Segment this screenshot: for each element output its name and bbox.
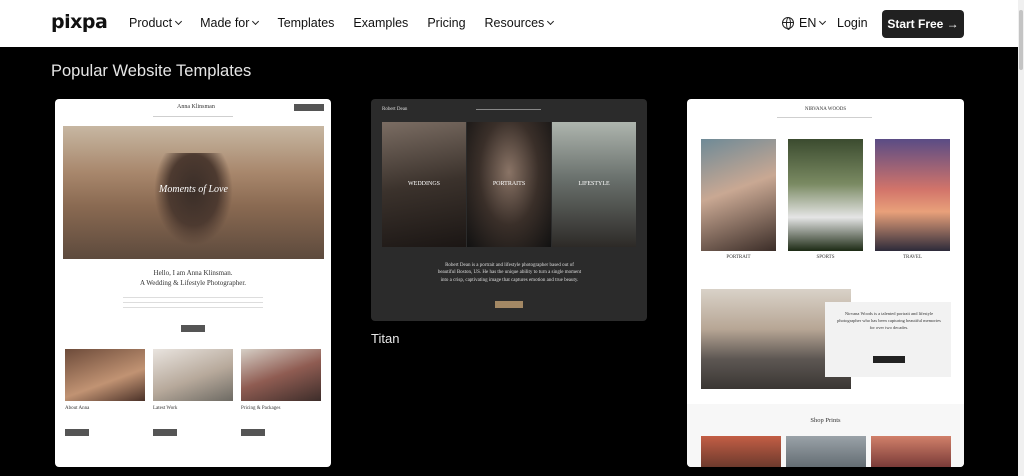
menu-examples[interactable]: Examples [353, 16, 408, 30]
nirvana-cta-button [873, 356, 905, 363]
template-site-name: Anna Klinsman [177, 104, 215, 110]
top-navigation: pixpa Product Made for Templates Example… [0, 0, 1018, 47]
menu-product[interactable]: Product [129, 16, 183, 30]
titan-panel-label-1: WEDDINGS [408, 181, 440, 187]
template-column-image-1 [65, 349, 145, 401]
template-column-image-2 [153, 349, 233, 401]
template-header-button [294, 104, 324, 111]
shop-print-image-2 [786, 436, 866, 467]
chevron-down-icon [175, 17, 183, 26]
globe-icon [782, 17, 794, 30]
nirvana-category-2: SPORTS [816, 255, 835, 260]
template-heading-2: A Wedding & Lifestyle Photographer. [139, 279, 247, 287]
template-menu-bar [153, 116, 233, 117]
titan-panel-label-3: LIFESTYLE [578, 181, 610, 187]
template-hero-text: Moments of Love [159, 184, 228, 195]
template-card-nirvana[interactable]: NIRVANA WOODS PORTRAIT SPORTS TRAVEL Nir… [687, 99, 964, 467]
nirvana-category-3: TRAVEL [902, 255, 923, 260]
main-menu: Product Made for Templates Examples Pric… [129, 16, 572, 30]
chevron-down-icon [252, 17, 260, 26]
menu-resources[interactable]: Resources [484, 16, 555, 30]
login-link[interactable]: Login [837, 16, 868, 30]
language-label: EN [799, 16, 817, 30]
template-menu-bar [777, 117, 872, 118]
nirvana-bio: Nirvana Woods is a talented portrait and… [837, 311, 941, 330]
template-cta-button [181, 325, 205, 332]
template-text-line [123, 302, 263, 303]
start-free-button[interactable]: Start Free → [882, 10, 964, 38]
menu-product-label: Product [129, 16, 173, 30]
titan-bio: Robert Dean is a portrait and lifestyle … [437, 263, 582, 283]
template-column-title-3: Pricing & Packages [241, 406, 281, 411]
titan-cta-button [495, 301, 523, 308]
menu-templates-label: Templates [277, 16, 335, 30]
menu-resources-label: Resources [484, 16, 545, 30]
template-site-name: Robert Dean [382, 107, 408, 112]
titan-template-label[interactable]: Titan [371, 331, 399, 346]
nirvana-category-1: PORTRAIT [726, 255, 751, 260]
chevron-down-icon [547, 17, 555, 26]
menu-made-for[interactable]: Made for [200, 16, 260, 30]
template-column-image-3 [241, 349, 321, 401]
template-column-title-1: About Anna [65, 406, 90, 411]
shop-print-image-1 [701, 436, 781, 467]
template-text-line [123, 307, 263, 308]
shop-print-image-3 [871, 436, 951, 467]
shop-prints-title: Shop Prints [810, 417, 841, 424]
menu-pricing-label: Pricing [427, 16, 466, 30]
template-site-name: NIRVANA WOODS [804, 107, 847, 112]
nirvana-image-portrait [701, 139, 776, 251]
menu-templates[interactable]: Templates [277, 16, 334, 30]
menu-pricing[interactable]: Pricing [427, 16, 465, 30]
template-column-title-2: Latest Work [153, 406, 178, 411]
nirvana-image-sports [788, 139, 863, 251]
template-heading-1: Hello, I am Anna Klinsman. [153, 269, 233, 277]
language-selector[interactable]: EN [782, 16, 827, 30]
template-card-titan[interactable]: Robert Dean WEDDINGS PORTRAITS LIFESTYLE… [371, 99, 647, 321]
chevron-down-icon [819, 17, 827, 26]
template-text-line [123, 297, 263, 298]
template-column-button [241, 429, 265, 436]
template-column-button [153, 429, 177, 436]
menu-examples-label: Examples [353, 16, 409, 30]
titan-panel-label-2: PORTRAITS [492, 181, 526, 187]
template-card-anna[interactable]: Anna Klinsman Moments of Love Hello, I a… [55, 99, 331, 467]
page-scrollbar[interactable] [1018, 0, 1024, 476]
template-menu-bar [476, 109, 541, 110]
template-column-button [65, 429, 89, 436]
pixpa-logo[interactable]: pixpa [51, 11, 108, 33]
section-title: Popular Website Templates [51, 62, 252, 80]
menu-made-for-label: Made for [200, 16, 250, 30]
nirvana-image-travel [875, 139, 950, 251]
scrollbar-thumb[interactable] [1019, 10, 1023, 70]
